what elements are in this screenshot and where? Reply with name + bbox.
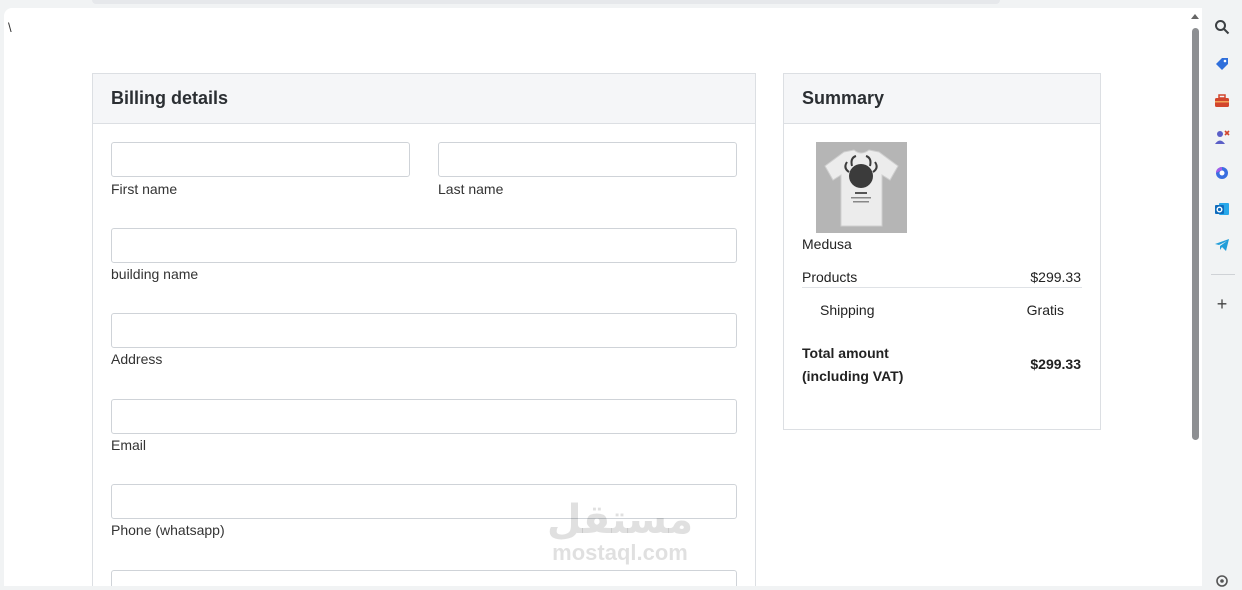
address-input[interactable] [111,313,737,348]
browser-sidebar: + [1203,0,1242,587]
total-label-line1: Total amount [802,345,889,361]
scroll-up-arrow-icon[interactable] [1191,14,1199,19]
toolbox-icon[interactable] [1213,92,1231,110]
page-scrollbar[interactable] [1189,8,1202,586]
sidebar-divider [1211,274,1235,275]
product-image[interactable] [816,142,907,233]
shipping-label: Shipping [820,302,875,318]
shipping-value: Gratis [1026,302,1064,318]
people-icon[interactable] [1213,128,1231,146]
total-value: $299.33 [1030,356,1081,372]
phone-whatsapp-label: Phone (whatsapp) [111,522,225,538]
first-name-input[interactable] [111,142,410,177]
products-label: Products [802,269,858,285]
next-field-input[interactable] [111,570,737,586]
email-label: Email [111,437,147,453]
outlook-icon[interactable] [1213,200,1231,218]
stray-backslash-text: \ [8,20,12,35]
telegram-icon[interactable] [1213,236,1231,254]
settings-icon[interactable] [1213,572,1231,590]
first-name-label: First name [111,181,178,197]
page-viewport: \ Billing details First name Last name b… [4,8,1202,586]
last-name-input[interactable] [438,142,737,177]
email-input[interactable] [111,399,737,434]
billing-title: Billing details [93,74,755,124]
address-label: Address [111,351,163,367]
copilot-icon[interactable] [1213,164,1231,182]
summary-title: Summary [784,74,1100,124]
address-bar-edge [92,0,1000,4]
product-name: Medusa [802,236,852,252]
building-name-input[interactable] [111,228,737,263]
tshirt-icon [816,142,907,233]
total-label-line2: (including VAT) [802,368,904,384]
phone-whatsapp-input[interactable] [111,484,737,519]
building-name-label: building name [111,266,199,282]
last-name-label: Last name [438,181,504,197]
billing-details-card: Billing details First name Last name bui… [92,73,756,586]
tag-icon[interactable] [1213,55,1231,73]
summary-divider [802,287,1082,288]
scroll-thumb[interactable] [1192,28,1199,440]
summary-card: Summary Medusa Products $299.33 Shipping… [783,73,1101,430]
plus-icon[interactable]: + [1213,294,1231,314]
products-value: $299.33 [1030,269,1081,285]
search-icon[interactable] [1213,18,1231,36]
